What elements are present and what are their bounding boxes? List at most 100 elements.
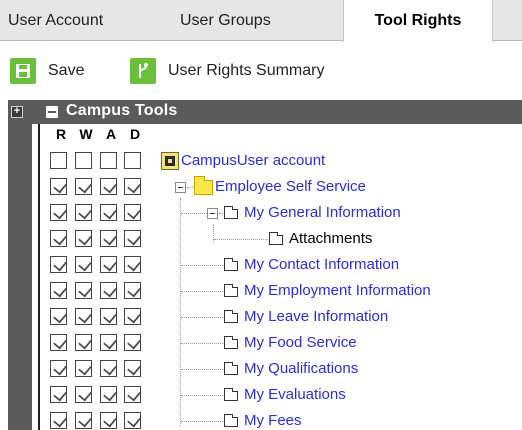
tree-line <box>181 317 223 318</box>
tree-node-label[interactable]: My Leave Information <box>244 308 388 325</box>
collapse-icon[interactable] <box>175 182 186 193</box>
expand-all-button[interactable]: + <box>11 106 23 118</box>
write-checkbox[interactable] <box>75 282 92 299</box>
delete-checkbox[interactable] <box>124 230 141 247</box>
read-checkbox[interactable] <box>50 230 67 247</box>
page-icon <box>224 414 238 427</box>
delete-checkbox[interactable] <box>124 386 141 403</box>
save-label: Save <box>48 62 85 79</box>
add-checkbox[interactable] <box>100 256 117 273</box>
tree-node-label[interactable]: CampusUser account <box>181 152 325 169</box>
read-checkbox[interactable] <box>50 256 67 273</box>
tree-title: Campus Tools <box>66 102 178 119</box>
tree-line <box>181 343 223 344</box>
page-icon <box>224 362 238 375</box>
add-checkbox[interactable] <box>100 282 117 299</box>
tree-row: Employee Self Service <box>0 175 522 201</box>
column-header-r: R <box>55 126 67 142</box>
tree-line <box>181 291 223 292</box>
column-header-d: D <box>129 126 141 142</box>
write-checkbox[interactable] <box>75 152 92 169</box>
add-checkbox[interactable] <box>100 152 117 169</box>
tree-node-label[interactable]: My Employment Information <box>244 282 431 299</box>
read-checkbox[interactable] <box>50 152 67 169</box>
tree-line <box>187 187 193 188</box>
write-checkbox[interactable] <box>75 334 92 351</box>
tree-row: My Qualifications <box>0 357 522 383</box>
tree-node-label[interactable]: My Food Service <box>244 334 357 351</box>
tree-row: My General Information <box>0 201 522 227</box>
page-icon <box>224 206 238 219</box>
collapse-icon[interactable] <box>46 106 58 118</box>
delete-checkbox[interactable] <box>124 178 141 195</box>
tree-node-label[interactable]: Employee Self Service <box>215 178 366 195</box>
tab-tool-rights[interactable]: Tool Rights <box>343 0 493 42</box>
tree-line <box>181 421 223 422</box>
delete-checkbox[interactable] <box>124 282 141 299</box>
write-checkbox[interactable] <box>75 256 92 273</box>
page-icon <box>224 310 238 323</box>
collapse-icon[interactable] <box>207 208 218 219</box>
read-checkbox[interactable] <box>50 386 67 403</box>
tree-header: + Campus Tools <box>8 100 522 124</box>
write-checkbox[interactable] <box>75 386 92 403</box>
tree-row: My Evaluations <box>0 383 522 409</box>
read-checkbox[interactable] <box>50 308 67 325</box>
add-checkbox[interactable] <box>100 308 117 325</box>
tree-line <box>214 239 268 240</box>
add-checkbox[interactable] <box>100 178 117 195</box>
tree-node-label[interactable]: Attachments <box>289 230 372 247</box>
tree-line <box>181 265 223 266</box>
tree-row: My Leave Information <box>0 305 522 331</box>
add-checkbox[interactable] <box>100 204 117 221</box>
tree-node-label[interactable]: My Fees <box>244 412 302 429</box>
tab-user-groups[interactable]: User Groups <box>166 0 326 41</box>
delete-checkbox[interactable] <box>124 152 141 169</box>
save-button[interactable]: Save <box>10 56 84 86</box>
tree-line <box>181 395 223 396</box>
write-checkbox[interactable] <box>75 308 92 325</box>
add-checkbox[interactable] <box>100 230 117 247</box>
tree-node-label[interactable]: My Evaluations <box>244 386 346 403</box>
page-icon <box>224 388 238 401</box>
read-checkbox[interactable] <box>50 282 67 299</box>
add-checkbox[interactable] <box>100 412 117 429</box>
read-checkbox[interactable] <box>50 178 67 195</box>
write-checkbox[interactable] <box>75 412 92 429</box>
app-icon <box>161 152 179 170</box>
delete-checkbox[interactable] <box>124 360 141 377</box>
tree-row: My Employment Information <box>0 279 522 305</box>
tree-line <box>181 369 223 370</box>
read-checkbox[interactable] <box>50 334 67 351</box>
tree-row: Attachments <box>0 227 522 253</box>
delete-checkbox[interactable] <box>124 334 141 351</box>
tree-node-label[interactable]: My General Information <box>244 204 401 221</box>
read-checkbox[interactable] <box>50 204 67 221</box>
write-checkbox[interactable] <box>75 178 92 195</box>
delete-checkbox[interactable] <box>124 308 141 325</box>
page-icon <box>224 336 238 349</box>
delete-checkbox[interactable] <box>124 204 141 221</box>
tree-row: My Contact Information <box>0 253 522 279</box>
add-checkbox[interactable] <box>100 334 117 351</box>
user-rights-summary-button[interactable]: User Rights Summary <box>130 56 324 86</box>
tree-node-label[interactable]: My Contact Information <box>244 256 399 273</box>
folder-icon <box>194 176 213 195</box>
tree-node-label[interactable]: My Qualifications <box>244 360 358 377</box>
delete-checkbox[interactable] <box>124 412 141 429</box>
user-rights-summary-label: User Rights Summary <box>168 62 325 79</box>
add-checkbox[interactable] <box>100 386 117 403</box>
tree-row: My Food Service <box>0 331 522 357</box>
read-checkbox[interactable] <box>50 360 67 377</box>
page-icon <box>269 232 283 245</box>
write-checkbox[interactable] <box>75 360 92 377</box>
column-header-a: A <box>105 126 117 142</box>
write-checkbox[interactable] <box>75 230 92 247</box>
add-checkbox[interactable] <box>100 360 117 377</box>
read-checkbox[interactable] <box>50 412 67 429</box>
tab-bar: User Account User Groups Tool Rights <box>0 0 522 42</box>
delete-checkbox[interactable] <box>124 256 141 273</box>
write-checkbox[interactable] <box>75 204 92 221</box>
tab-user-account[interactable]: User Account <box>0 0 154 41</box>
save-icon <box>10 58 36 84</box>
